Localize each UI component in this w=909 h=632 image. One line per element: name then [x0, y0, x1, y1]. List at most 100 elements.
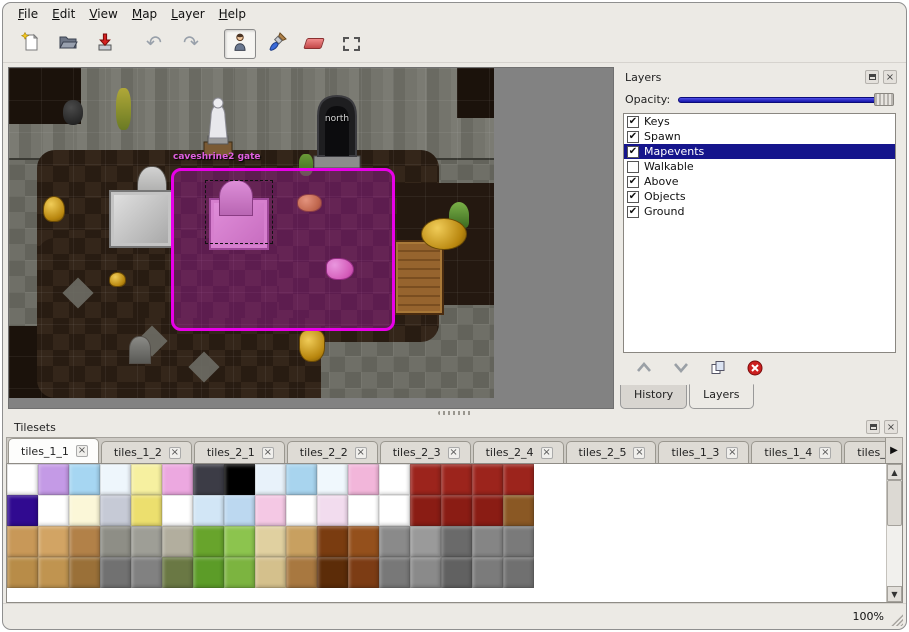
layer-row-objects[interactable]: ✔ Objects: [624, 189, 895, 204]
close-tab-icon[interactable]: ×: [633, 447, 645, 459]
undo-button[interactable]: ↶: [138, 29, 170, 59]
tile[interactable]: [193, 495, 224, 526]
splitter[interactable]: [3, 409, 906, 417]
tile[interactable]: [410, 557, 441, 588]
tileset-tab[interactable]: tiles_2_2 ×: [287, 441, 378, 463]
tile[interactable]: [410, 526, 441, 557]
tile[interactable]: [317, 464, 348, 495]
tile[interactable]: [472, 495, 503, 526]
tileset-tab[interactable]: tiles_1_3 ×: [658, 441, 749, 463]
tileset-grid[interactable]: [7, 464, 534, 602]
event-tool-button[interactable]: [224, 29, 256, 59]
map-view[interactable]: north caveshrine2 gate: [8, 67, 614, 409]
resize-grip[interactable]: [890, 613, 903, 626]
raise-layer-button[interactable]: [633, 359, 655, 379]
tileset-tab[interactable]: tiles_1_1 ×: [8, 438, 99, 463]
close-tab-icon[interactable]: ×: [169, 447, 181, 459]
tileset-tab[interactable]: tiles_2_1 ×: [194, 441, 285, 463]
tile[interactable]: [348, 526, 379, 557]
tile[interactable]: [224, 557, 255, 588]
tile[interactable]: [286, 495, 317, 526]
tile[interactable]: [193, 464, 224, 495]
tile[interactable]: [255, 495, 286, 526]
tile[interactable]: [317, 557, 348, 588]
layer-visibility-checkbox[interactable]: ✔: [627, 131, 639, 143]
tile[interactable]: [69, 526, 100, 557]
redo-button[interactable]: ↷: [175, 29, 207, 59]
close-panel-button[interactable]: ×: [884, 420, 898, 434]
tileset-tab[interactable]: tiles_2_5 ×: [566, 441, 657, 463]
menu-view[interactable]: View: [82, 4, 124, 24]
tile[interactable]: [441, 557, 472, 588]
tile[interactable]: [286, 557, 317, 588]
layer-row-ground[interactable]: ✔ Ground: [624, 204, 895, 219]
tile[interactable]: [379, 557, 410, 588]
tile[interactable]: [162, 495, 193, 526]
float-panel-button[interactable]: [866, 420, 880, 434]
tile[interactable]: [379, 464, 410, 495]
tile[interactable]: [38, 526, 69, 557]
close-tab-icon[interactable]: ×: [448, 447, 460, 459]
scroll-up-button[interactable]: ▲: [887, 464, 902, 480]
save-map-button[interactable]: [89, 29, 121, 59]
eraser-tool-button[interactable]: [298, 29, 330, 59]
tile[interactable]: [410, 495, 441, 526]
tile[interactable]: [38, 495, 69, 526]
tile[interactable]: [410, 464, 441, 495]
tile[interactable]: [286, 464, 317, 495]
close-tab-icon[interactable]: ×: [262, 447, 274, 459]
layer-row-above[interactable]: ✔ Above: [624, 174, 895, 189]
tile[interactable]: [38, 464, 69, 495]
layer-visibility-checkbox[interactable]: ✔: [627, 116, 639, 128]
tileset-tab[interactable]: tiles_2_4 ×: [473, 441, 564, 463]
menu-edit[interactable]: Edit: [45, 4, 82, 24]
tileset-tab[interactable]: tiles_1_4 ×: [751, 441, 842, 463]
tile[interactable]: [162, 526, 193, 557]
tile[interactable]: [7, 526, 38, 557]
brush-tool-button[interactable]: [261, 29, 293, 59]
tile[interactable]: [131, 464, 162, 495]
tile[interactable]: [379, 495, 410, 526]
scroll-down-button[interactable]: ▼: [887, 586, 902, 602]
select-tool-button[interactable]: [335, 29, 367, 59]
layer-visibility-checkbox[interactable]: ✔: [627, 146, 639, 158]
scrollbar-thumb[interactable]: [887, 480, 902, 526]
tile[interactable]: [100, 464, 131, 495]
layer-row-spawn[interactable]: ✔ Spawn: [624, 129, 895, 144]
tile[interactable]: [348, 495, 379, 526]
tile[interactable]: [162, 557, 193, 588]
tile[interactable]: [131, 526, 162, 557]
delete-layer-button[interactable]: [744, 359, 766, 379]
tile[interactable]: [7, 464, 38, 495]
tile[interactable]: [286, 526, 317, 557]
lower-layer-button[interactable]: [670, 359, 692, 379]
tile[interactable]: [100, 495, 131, 526]
scrollbar-track[interactable]: [887, 480, 902, 586]
tile[interactable]: [7, 495, 38, 526]
duplicate-layer-button[interactable]: [707, 359, 729, 379]
tile[interactable]: [224, 464, 255, 495]
tile[interactable]: [503, 526, 534, 557]
tile[interactable]: [69, 495, 100, 526]
tile[interactable]: [100, 526, 131, 557]
tileset-tab[interactable]: tiles_2_3 ×: [380, 441, 471, 463]
tile[interactable]: [224, 495, 255, 526]
tile[interactable]: [255, 464, 286, 495]
tile[interactable]: [503, 557, 534, 588]
menu-layer[interactable]: Layer: [164, 4, 211, 24]
tile[interactable]: [193, 526, 224, 557]
layer-visibility-checkbox[interactable]: ✔: [627, 191, 639, 203]
tile[interactable]: [7, 557, 38, 588]
open-map-button[interactable]: [52, 29, 84, 59]
close-tab-icon[interactable]: ×: [541, 447, 553, 459]
tile[interactable]: [38, 557, 69, 588]
menu-help[interactable]: Help: [212, 4, 253, 24]
close-tab-icon[interactable]: ×: [355, 447, 367, 459]
close-tab-icon[interactable]: ×: [76, 445, 88, 457]
tileset-tab[interactable]: tiles_1_2 ×: [101, 441, 192, 463]
layer-list[interactable]: ✔ Keys ✔ Spawn ✔ Mapevents Walkable ✔: [623, 113, 896, 353]
layer-visibility-checkbox[interactable]: ✔: [627, 176, 639, 188]
float-panel-button[interactable]: [865, 70, 879, 84]
tile[interactable]: [348, 557, 379, 588]
tile[interactable]: [69, 464, 100, 495]
